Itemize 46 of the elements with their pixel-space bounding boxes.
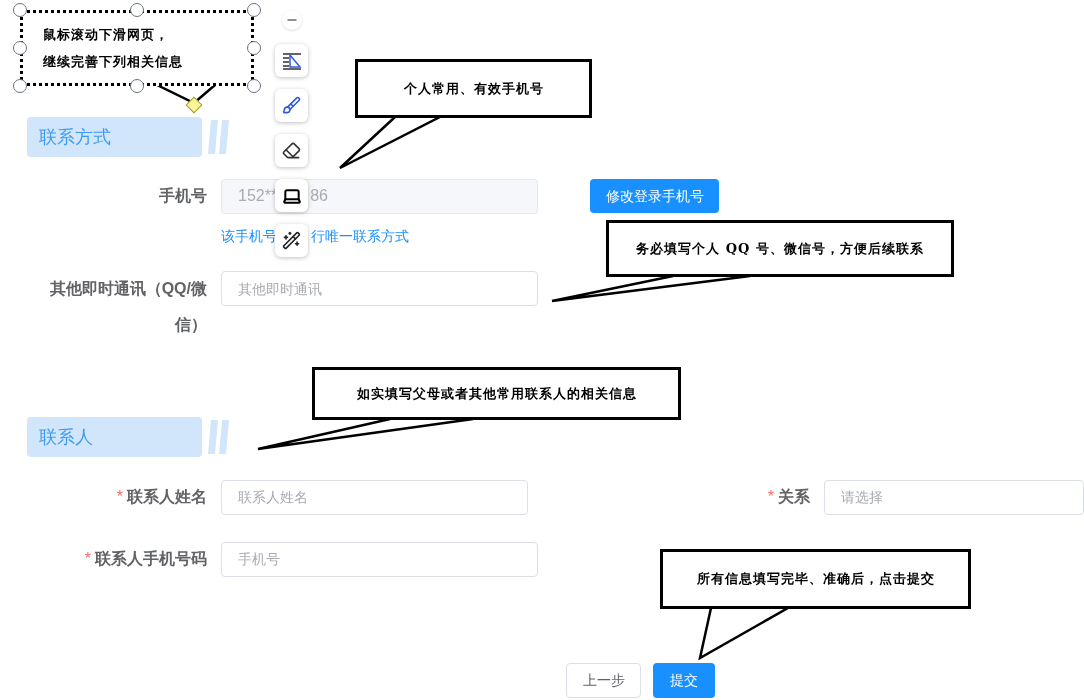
field-value: 86 [310,186,328,206]
callout-text: 鼠标滚动下滑网页， [42,26,169,44]
tool-button[interactable] [275,134,308,167]
required-mark: * [84,549,91,569]
field-label: 关系 [778,487,810,507]
collapse-button[interactable] [281,10,302,30]
input-field[interactable]: 联系人姓名 [221,479,528,515]
selection-handle[interactable] [13,3,27,17]
stripe-decoration [207,117,231,157]
selection-handle[interactable] [13,79,27,93]
brush-icon [282,96,301,115]
field-label: 联系人手机号码 [95,549,207,569]
tool-button[interactable] [275,179,308,212]
field-label: 其他即时通讯（QQ/微信） [48,279,207,335]
input-field[interactable]: 手机号 [221,541,538,577]
callout-text: 如实填写父母或者其他常用联系人的相关信息 [356,384,637,403]
submit-button[interactable]: 提交 [653,663,715,698]
required-mark: * [767,487,774,507]
field-label: 手机号 [159,186,207,206]
back-button[interactable]: 上一步 [566,663,641,698]
input-field[interactable]: 其他即时通讯 [221,271,538,306]
selection-handle[interactable] [130,79,144,93]
callout-text: 继续完善下列相关信息 [42,53,183,71]
selection-handle[interactable] [247,79,261,93]
callout-text: 个人常用、有效手机号 [403,79,544,98]
ruler-icon [281,51,302,70]
section-header: 联系人 [27,417,202,457]
change-phone-button[interactable]: 修改登录手机号 [590,179,719,213]
eraser-icon [282,141,301,160]
selection-handle[interactable] [247,3,261,17]
wand-icon [282,231,301,250]
selection-handle[interactable] [13,41,27,55]
tool-button[interactable] [275,224,308,257]
stripe-decoration [207,417,231,457]
phone-field[interactable]: 152** 86 [221,178,538,214]
callout-text: 所有信息填写完毕、准确后，点击提交 [696,570,935,589]
selection-handle[interactable] [247,41,261,55]
hint-text: 行唯一联系方式 [311,227,409,246]
hint-text: 该手机号 [221,227,277,246]
callout-text: 务必填写个人 QQ 号、微信号，方便后续联系 [636,239,924,258]
field-label: 联系人姓名 [127,487,207,507]
section-header: 联系方式 [27,117,202,157]
selection-handle[interactable] [130,3,144,17]
field-value: 152** [238,186,278,206]
input-field[interactable]: 请选择 [824,479,1084,515]
required-mark: * [116,487,123,507]
